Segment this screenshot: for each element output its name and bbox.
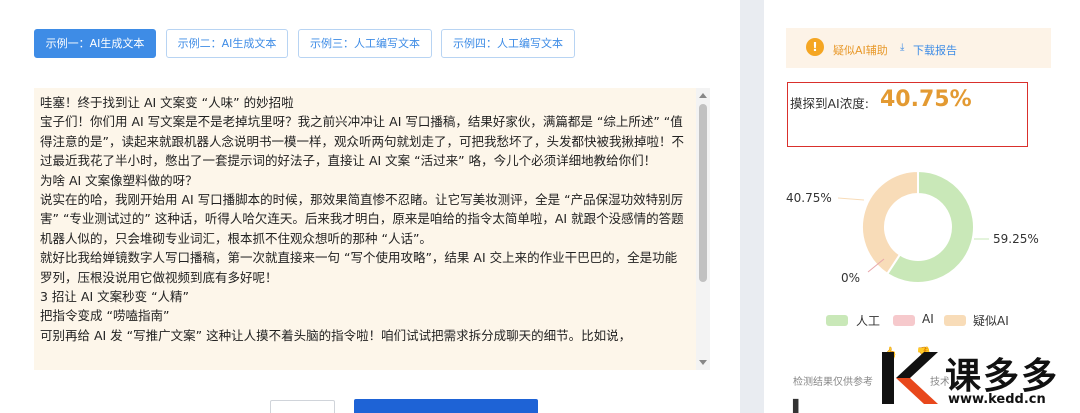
article-paragraph: 为啥 AI 文案像塑料做的呀？: [40, 172, 198, 188]
legend-swatch-suspected-ai: [944, 315, 966, 326]
legend-swatch-ai: [893, 315, 915, 326]
legend-label-suspected-ai: 疑似AI: [973, 314, 1009, 328]
panel-divider: [740, 0, 764, 413]
tab-example-2[interactable]: 示例二：AI生成文本: [166, 29, 288, 58]
text-scrollbar[interactable]: [696, 88, 710, 370]
tab-example-3[interactable]: 示例三：人工编写文本: [298, 29, 432, 58]
article-paragraph: 把指令变成 “唠嗑指南”: [40, 308, 170, 324]
kedd-logo-icon: [882, 352, 938, 404]
article-paragraph: 说实在的哈，我刚开始用 AI 写口播脚本的时候，那效果简直惨不忍睹。让它写美妆测…: [40, 192, 684, 246]
bottom-button-2[interactable]: [270, 400, 335, 413]
legend-label-ai: AI: [922, 312, 934, 326]
start-detect-button[interactable]: [354, 399, 538, 413]
watermark-url: www.kedd.cn: [948, 392, 1046, 407]
ai-score-value: 40.75%: [880, 87, 972, 112]
bottom-heading: ▌: [793, 400, 804, 413]
donut-label-human: 59.25%: [993, 232, 1039, 246]
article-paragraph: 哇塞！终于找到让 AI 文案变 “人味” 的妙招啦: [40, 95, 294, 110]
warning-icon: !: [806, 38, 824, 56]
tab-example-4[interactable]: 示例四：人工编写文本: [441, 29, 575, 58]
article-paragraph: 可别再给 AI 发 “写推广文案” 这种让人摸不着头脑的指令啦！咱们试试把需求拆…: [40, 327, 632, 343]
disclaimer-text: 检测结果仅供参考: [793, 377, 873, 388]
tab-example-1[interactable]: 示例一：AI生成文本: [34, 29, 156, 58]
ai-score-label: 摸探到AI浓度:: [790, 96, 869, 111]
scroll-down-arrow-icon[interactable]: [699, 360, 707, 365]
scroll-thumb[interactable]: [699, 104, 707, 282]
download-report-link[interactable]: 下载报告: [913, 42, 957, 58]
warning-label: 疑似AI辅助: [833, 44, 888, 57]
legend-swatch-human: [826, 315, 848, 326]
donut-label-suspected-ai-line: [837, 197, 865, 201]
article-paragraph: 就好比我给婵镜数字人写口播稿，第一次就直接来一句 “写个使用攻略”，结果 AI …: [40, 250, 678, 285]
bottom-button-1[interactable]: [205, 400, 260, 413]
article-text-area[interactable]: 哇塞！终于找到让 AI 文案变 “人味” 的妙招啦 宝子们！你们用 AI 写文案…: [34, 88, 696, 370]
donut-label-ai: 0%: [841, 271, 860, 285]
legend-label-human: 人工: [856, 314, 881, 328]
download-icon[interactable]: ⤓: [900, 42, 904, 53]
scroll-up-arrow-icon[interactable]: [699, 93, 707, 98]
article-paragraph: 3 招让 AI 文案秒变 “人精”: [40, 289, 190, 305]
donut-label-suspected-ai: 40.75%: [786, 191, 832, 205]
article-paragraph: 宝子们！你们用 AI 写文案是不是老掉坑里呀？我之前兴冲冲让 AI 写口播稿，结…: [40, 114, 684, 169]
